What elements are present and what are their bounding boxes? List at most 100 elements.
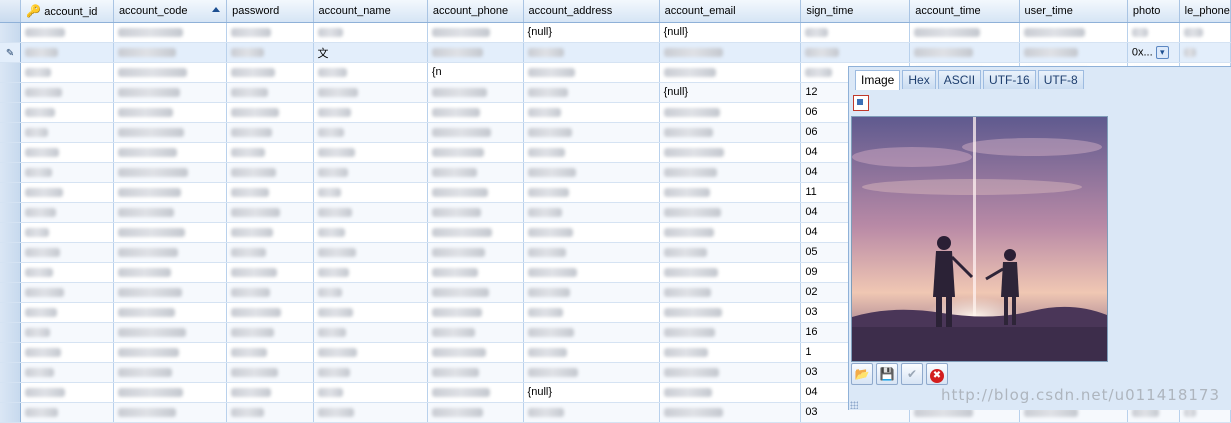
table-cell-account-name[interactable]: [313, 222, 428, 243]
table-cell-account-name[interactable]: [313, 142, 428, 163]
table-cell-user-time[interactable]: [1019, 42, 1128, 63]
table-cell-account-address[interactable]: [523, 42, 660, 63]
row-indicator[interactable]: [0, 62, 22, 83]
table-cell-account-address[interactable]: [523, 362, 660, 383]
table-cell-password[interactable]: [226, 342, 314, 363]
resize-grip[interactable]: [850, 401, 858, 409]
table-cell-password[interactable]: [226, 402, 314, 423]
table-cell-account-phone[interactable]: [427, 82, 524, 103]
table-cell-account-code[interactable]: [113, 62, 228, 83]
table-cell-account-name[interactable]: [313, 122, 428, 143]
column-header-user-time[interactable]: user_time: [1019, 0, 1128, 23]
row-indicator[interactable]: [0, 82, 22, 103]
row-indicator[interactable]: [0, 202, 22, 223]
table-cell-account-email[interactable]: [659, 282, 802, 303]
table-cell-account-id[interactable]: [20, 122, 114, 143]
table-cell-account-code[interactable]: [113, 342, 228, 363]
table-cell-account-code[interactable]: [113, 302, 228, 323]
table-cell-account-name[interactable]: [313, 262, 428, 283]
column-header-account-email[interactable]: account_email: [659, 0, 802, 23]
row-indicator[interactable]: [0, 342, 22, 363]
table-cell-account-code[interactable]: [113, 382, 228, 403]
table-cell-password[interactable]: [226, 42, 314, 63]
cancel-icon[interactable]: ✖: [926, 363, 948, 385]
table-cell-account-phone[interactable]: [427, 122, 524, 143]
table-cell-password[interactable]: [226, 182, 314, 203]
row-indicator[interactable]: [0, 22, 22, 43]
table-cell-account-email[interactable]: [659, 62, 802, 83]
table-cell-account-phone[interactable]: [427, 282, 524, 303]
table-cell-account-name[interactable]: 文: [313, 42, 428, 63]
table-cell-photo[interactable]: [1127, 22, 1180, 43]
table-cell-password[interactable]: [226, 282, 314, 303]
table-cell-account-name[interactable]: [313, 402, 428, 423]
table-cell-sign-time[interactable]: [800, 22, 911, 43]
table-cell-account-id[interactable]: [20, 242, 114, 263]
column-header-account-id[interactable]: 🔑 account_id: [20, 0, 114, 23]
table-cell-account-email[interactable]: [659, 122, 802, 143]
table-cell-account-id[interactable]: [20, 262, 114, 283]
table-cell-account-phone[interactable]: [427, 22, 524, 43]
table-cell-password[interactable]: [226, 142, 314, 163]
table-cell-account-email[interactable]: [659, 42, 802, 63]
table-cell-account-code[interactable]: [113, 182, 228, 203]
table-cell-account-name[interactable]: [313, 322, 428, 343]
table-cell-account-address[interactable]: [523, 62, 660, 83]
table-cell-account-name[interactable]: [313, 62, 428, 83]
dropdown-icon[interactable]: ▾: [1155, 46, 1169, 59]
tab-ascii[interactable]: ASCII: [937, 70, 982, 89]
table-cell-account-name[interactable]: [313, 242, 428, 263]
corner-cell[interactable]: [0, 0, 22, 23]
table-cell-account-time[interactable]: [909, 22, 1020, 43]
table-cell-account-name[interactable]: [313, 282, 428, 303]
table-cell-account-phone[interactable]: [427, 202, 524, 223]
tab-utf16[interactable]: UTF-16: [983, 70, 1036, 89]
row-indicator[interactable]: [0, 102, 22, 123]
row-indicator[interactable]: [0, 302, 22, 323]
column-header-account-name[interactable]: account_name: [313, 0, 428, 23]
table-cell-account-address[interactable]: [523, 202, 660, 223]
row-indicator[interactable]: [0, 262, 22, 283]
column-header-photo[interactable]: photo: [1127, 0, 1180, 23]
table-cell-account-code[interactable]: [113, 162, 228, 183]
table-cell-account-email[interactable]: [659, 102, 802, 123]
table-cell-account-email[interactable]: [659, 202, 802, 223]
table-cell-account-email[interactable]: [659, 362, 802, 383]
table-cell-account-name[interactable]: [313, 162, 428, 183]
table-cell-account-phone[interactable]: [427, 102, 524, 123]
table-cell-account-id[interactable]: [20, 402, 114, 423]
table-cell-account-phone[interactable]: [427, 42, 524, 63]
row-indicator[interactable]: [0, 382, 22, 403]
tab-image[interactable]: Image: [855, 70, 901, 90]
table-cell-account-name[interactable]: [313, 102, 428, 123]
table-cell-account-name[interactable]: [313, 302, 428, 323]
table-cell-account-id[interactable]: [20, 282, 114, 303]
table-cell-account-code[interactable]: [113, 202, 228, 223]
table-cell-account-phone[interactable]: [427, 402, 524, 423]
table-cell-account-address[interactable]: [523, 402, 660, 423]
table-cell-account-email[interactable]: [659, 342, 802, 363]
table-cell-account-code[interactable]: [113, 222, 228, 243]
table-cell-account-name[interactable]: [313, 382, 428, 403]
tab-hex[interactable]: Hex: [902, 70, 936, 89]
table-cell-account-phone[interactable]: [427, 382, 524, 403]
table-cell-password[interactable]: [226, 22, 314, 43]
table-cell-account-address[interactable]: [523, 342, 660, 363]
row-indicator[interactable]: [0, 242, 22, 263]
table-cell-account-phone[interactable]: [427, 142, 524, 163]
table-cell-account-id[interactable]: [20, 362, 114, 383]
table-cell-account-name[interactable]: [313, 342, 428, 363]
table-cell-account-address[interactable]: [523, 162, 660, 183]
table-cell-account-name[interactable]: [313, 82, 428, 103]
table-cell-account-email[interactable]: [659, 302, 802, 323]
table-cell-account-email[interactable]: {null}: [659, 22, 802, 43]
table-cell-account-email[interactable]: [659, 322, 802, 343]
table-cell-password[interactable]: [226, 62, 314, 83]
table-cell-password[interactable]: [226, 102, 314, 123]
table-cell-account-id[interactable]: [20, 142, 114, 163]
table-cell-password[interactable]: [226, 262, 314, 283]
table-cell-le-phone[interactable]: [1179, 22, 1231, 43]
table-cell-account-code[interactable]: [113, 362, 228, 383]
table-cell-account-code[interactable]: [113, 142, 228, 163]
table-cell-account-address[interactable]: [523, 102, 660, 123]
